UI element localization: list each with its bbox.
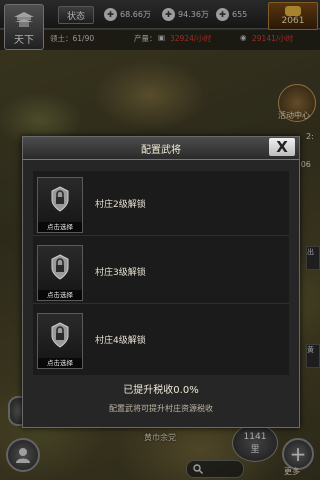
tax-hint-text: 配置武将可提升村庄资源税收 — [109, 404, 213, 413]
lock-icon — [51, 254, 69, 280]
pick-label: 点击选择 — [38, 222, 82, 232]
pick-label: 点击选择 — [38, 358, 82, 368]
general-portrait-slot[interactable]: 点击选择 — [37, 177, 83, 233]
general-portrait-slot[interactable]: 点击选择 — [37, 313, 83, 369]
unlock-requirement: 村庄3级解锁 — [95, 268, 146, 278]
tax-bonus-text: 已提升税收0.0% — [123, 385, 199, 396]
close-button[interactable]: X — [269, 138, 295, 156]
general-slot[interactable]: 点击选择 村庄4级解锁 — [33, 307, 289, 371]
general-slot[interactable]: 点击选择 村庄2级解锁 — [33, 171, 289, 236]
assign-general-dialog: 配置武将 X 点击选择 村庄2级解锁 点击选择 村庄3级解锁 点击选择 村庄4级… — [22, 136, 300, 428]
unlock-requirement: 村庄4级解锁 — [95, 336, 146, 346]
general-slot-list: 点击选择 村庄2级解锁 点击选择 村庄3级解锁 点击选择 村庄4级解锁 — [33, 171, 289, 375]
lock-icon — [51, 186, 69, 212]
general-portrait-slot[interactable]: 点击选择 — [37, 245, 83, 301]
dialog-title: 配置武将 — [141, 145, 181, 156]
unlock-requirement: 村庄2级解锁 — [95, 200, 146, 210]
lock-icon — [51, 322, 69, 348]
general-slot[interactable]: 点击选择 村庄3级解锁 — [33, 239, 289, 304]
pick-label: 点击选择 — [38, 290, 82, 300]
